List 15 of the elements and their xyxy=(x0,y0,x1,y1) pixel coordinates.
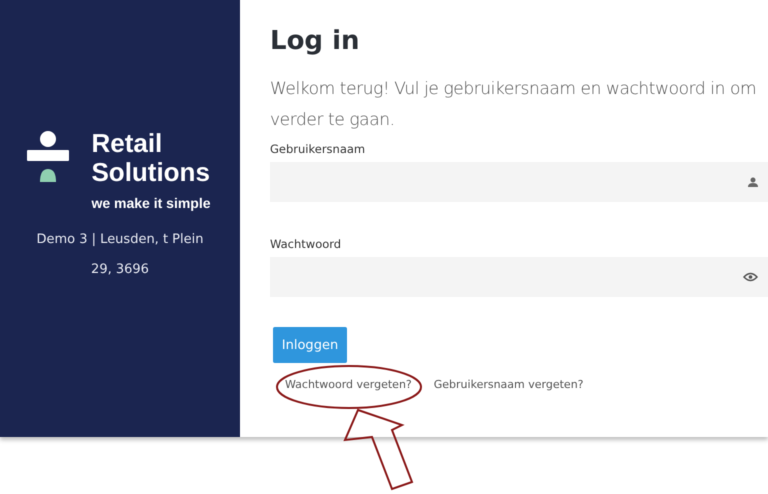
forgot-link[interactable]: Gebruikersnaam vergeten? xyxy=(434,378,584,391)
page-title: Log in xyxy=(270,26,361,56)
eye-icon[interactable] xyxy=(743,272,758,282)
brand-name: Retail xyxy=(91,129,162,158)
user-icon xyxy=(748,177,758,187)
forgot-link[interactable]: Wachtwoord vergeten? xyxy=(285,378,412,391)
field-label: Gebruikersnaam xyxy=(270,142,366,156)
input-field[interactable] xyxy=(270,162,768,202)
input-field[interactable] xyxy=(270,257,768,297)
brand-name: Solutions xyxy=(91,158,210,187)
location-text: Demo 3 | Leusden, t Plein 29, 3696 xyxy=(36,231,204,279)
intro-text: Welkom terug! Vul je gebruikersnaam en wachtwoord in om verder te gaan. xyxy=(270,78,758,132)
field-label: Wachtwoord xyxy=(270,237,342,251)
logo-icon xyxy=(27,131,70,182)
brand-tagline: we make it simple xyxy=(91,195,211,211)
